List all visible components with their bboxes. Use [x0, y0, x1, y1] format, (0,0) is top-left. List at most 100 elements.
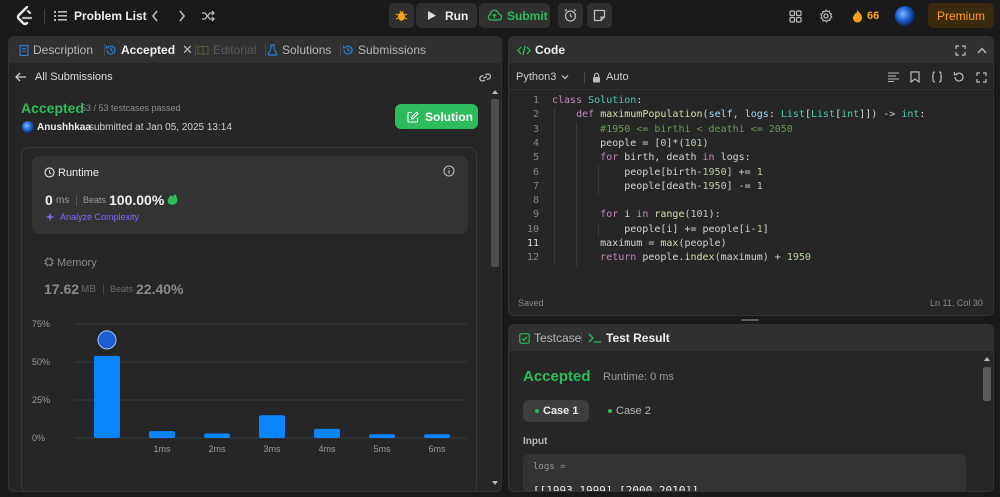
tab-testcase[interactable]: Testcase — [519, 325, 581, 351]
close-icon[interactable]: ✕ — [182, 42, 193, 58]
leetcode-logo-icon[interactable] — [14, 6, 36, 26]
top-bar: Problem List Run Submit 66 Premium — [0, 0, 1000, 33]
flask-icon — [267, 44, 278, 56]
code-line: people[death-1950] -= 1 — [552, 180, 763, 192]
back-link[interactable]: All Submissions — [15, 69, 113, 85]
x-tick-label: 3ms — [263, 444, 281, 454]
document-icon — [19, 44, 29, 56]
divider — [584, 72, 585, 83]
code-editor[interactable]: 1 2 3 4 5 6 7 8 9 10 11 12 class Solutio… — [509, 94, 993, 294]
chevron-down-icon — [561, 75, 569, 80]
scroll-down-icon[interactable] — [491, 480, 499, 486]
result-runtime: Runtime: 0 ms — [603, 371, 674, 383]
fullscreen-icon[interactable] — [974, 70, 988, 84]
tab-editorial-label: Editorial — [213, 43, 257, 57]
chart-bar[interactable] — [204, 433, 230, 438]
line-number: 12 — [526, 252, 539, 264]
tab-solutions[interactable]: Solutions — [267, 37, 331, 63]
chart-bar[interactable] — [369, 434, 395, 438]
tab-submissions[interactable]: Submissions — [342, 37, 426, 63]
code-tab-bar: Code — [509, 37, 993, 63]
code-line: for birth, death in logs: — [600, 152, 751, 164]
notes-button[interactable] — [587, 3, 612, 28]
chart-bar[interactable] — [94, 355, 120, 438]
runtime-beats-label: Beats — [83, 195, 107, 205]
timer-button[interactable] — [558, 3, 583, 28]
cursor-position: Ln 11, Col 30 — [930, 298, 983, 308]
runtime-beats-value: 100.00% — [109, 192, 165, 208]
left-scrollbar[interactable] — [490, 87, 500, 491]
chart-bar[interactable] — [314, 428, 340, 438]
code-line: people[birth-1950] += 1 — [552, 166, 763, 178]
case-1-tab[interactable]: Case 1 — [523, 400, 589, 422]
reset-icon[interactable] — [952, 70, 966, 84]
bookmark-icon[interactable] — [908, 70, 922, 84]
format-icon[interactable] — [886, 70, 900, 84]
chevron-up-icon[interactable] — [975, 43, 989, 57]
result-status: Accepted — [523, 368, 591, 385]
runtime-unit: ms — [56, 195, 70, 206]
premium-button[interactable]: Premium — [928, 3, 994, 28]
code-line: class Solution: — [552, 95, 643, 106]
memory-beats-label: Beats — [110, 284, 134, 294]
runtime-title: Runtime — [58, 167, 99, 179]
scroll-up-icon[interactable] — [983, 356, 991, 362]
list-icon[interactable] — [53, 9, 67, 23]
tab-test-result[interactable]: Test Result — [588, 325, 670, 351]
history-icon — [342, 45, 353, 55]
username[interactable]: Anushhkaa — [37, 122, 91, 133]
result-tab-bar: Testcase Test Result — [509, 325, 993, 351]
runtime-card[interactable]: Runtime 0 ms Beats 100.00% Analyze Compl… — [32, 156, 468, 234]
input-value: [[1993,1999],[2000,2010]] — [533, 484, 699, 492]
code-line: people[i] += people[i-1] — [552, 223, 769, 235]
gear-icon[interactable] — [818, 8, 834, 24]
submit-button[interactable]: Submit — [479, 3, 550, 28]
chart-bar[interactable] — [149, 431, 175, 438]
avatar[interactable] — [895, 6, 915, 26]
memory-beats-value: 22.40% — [136, 281, 184, 297]
fire-icon[interactable] — [850, 8, 864, 24]
edit-icon — [407, 111, 419, 123]
chevron-right-icon[interactable] — [175, 8, 189, 24]
line-number: 11 — [526, 238, 539, 249]
memory-icon — [44, 257, 54, 267]
tab-description[interactable]: Description — [19, 37, 93, 63]
tab-editorial[interactable]: Editorial — [197, 37, 256, 63]
debug-button[interactable] — [389, 3, 414, 28]
chevron-left-icon[interactable] — [148, 8, 162, 24]
scrollbar-thumb[interactable] — [983, 367, 991, 401]
info-icon[interactable] — [443, 165, 455, 177]
link-icon[interactable] — [477, 69, 493, 85]
resize-handle[interactable] — [741, 319, 759, 321]
input-label: Input — [523, 436, 548, 447]
scrollbar-thumb[interactable] — [491, 99, 499, 267]
tab-accepted[interactable]: Accepted ✕ — [105, 37, 193, 63]
book-icon — [197, 45, 209, 55]
tab-code[interactable]: Code — [517, 37, 565, 63]
expand-icon[interactable] — [953, 43, 967, 57]
premium-label: Premium — [937, 9, 986, 23]
tab-testcase-label: Testcase — [534, 331, 582, 345]
case-2-tab[interactable]: Case 2 — [597, 400, 663, 422]
code-line: maximum = max(people) — [552, 238, 727, 249]
scroll-up-icon[interactable] — [491, 89, 499, 95]
submitted-at: submitted at Jan 05, 2025 13:14 — [89, 122, 232, 133]
auto-mode[interactable]: Auto — [592, 69, 629, 85]
chart-bar[interactable] — [424, 434, 450, 438]
solution-button[interactable]: Solution — [395, 104, 478, 129]
chart-bar[interactable] — [259, 415, 285, 438]
solution-button-label: Solution — [425, 110, 473, 124]
tab-test-result-label: Test Result — [606, 331, 670, 345]
x-tick-label: 2ms — [208, 444, 226, 454]
shuffle-icon[interactable] — [200, 8, 216, 24]
run-button[interactable]: Run — [416, 3, 477, 28]
problem-list-link[interactable]: Problem List — [74, 9, 147, 23]
line-number: 2 — [532, 109, 539, 121]
analyze-complexity-link[interactable]: Analyze Complexity — [60, 212, 139, 222]
language-select[interactable]: Python3 — [516, 69, 569, 85]
terminal-icon — [588, 333, 601, 343]
result-scrollbar[interactable] — [981, 353, 993, 491]
braces-icon[interactable] — [930, 70, 944, 84]
checkbox-icon — [519, 332, 530, 344]
layout-grid-icon[interactable] — [787, 8, 803, 24]
